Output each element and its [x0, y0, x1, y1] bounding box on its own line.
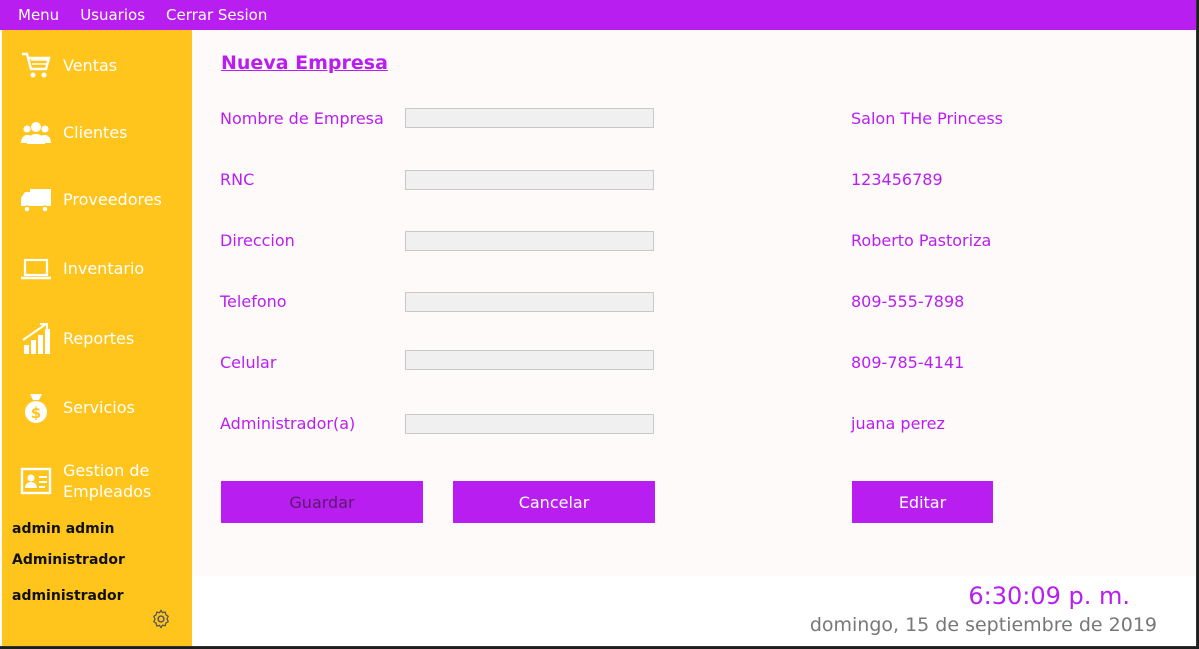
value-nombre-empresa: Salon THe Princess: [851, 109, 1003, 128]
gear-icon[interactable]: [150, 608, 172, 630]
money-bag-icon: $: [25, 394, 47, 423]
user-role: Administrador: [12, 552, 125, 568]
celular-input[interactable]: [405, 350, 654, 370]
sidebar-item-ventas[interactable]: Ventas: [2, 50, 192, 82]
label-telefono: Telefono: [220, 292, 287, 311]
label-rnc: RNC: [220, 170, 255, 189]
bar-chart-icon: [22, 323, 50, 354]
telefono-input[interactable]: [405, 292, 654, 312]
sidebar-item-label: Ventas: [63, 56, 118, 75]
nombre-empresa-input[interactable]: [405, 108, 654, 128]
sidebar-item-gestion-empleados[interactable]: Gestion de Empleados: [2, 460, 192, 502]
guardar-button[interactable]: Guardar: [221, 481, 423, 523]
menu-item-usuarios[interactable]: Usuarios: [80, 6, 145, 24]
clock-time: 6:30:09 p. m.: [968, 582, 1130, 610]
administrador-input[interactable]: [405, 414, 654, 434]
sidebar-item-label: Servicios: [63, 398, 135, 417]
sidebar-item-label: Inventario: [63, 259, 145, 278]
cart-icon: [22, 52, 51, 78]
menu-bar: Menu Usuarios Cerrar Sesion: [0, 0, 1196, 30]
value-celular: 809-785-4141: [851, 353, 965, 372]
value-direccion: Roberto Pastoriza: [851, 231, 992, 250]
sidebar-item-servicios[interactable]: $ Servicios: [2, 392, 192, 424]
sidebar: Ventas Clientes Proveedores Inventario R…: [2, 30, 192, 646]
sidebar-item-clientes[interactable]: Clientes: [2, 117, 192, 149]
value-telefono: 809-555-7898: [851, 292, 965, 311]
user-username: administrador: [12, 588, 124, 604]
sidebar-item-label: Clientes: [63, 123, 128, 142]
value-rnc: 123456789: [851, 170, 943, 189]
svg-text:$: $: [31, 404, 41, 422]
footer: 6:30:09 p. m. domingo, 15 de septiembre …: [192, 576, 1196, 646]
direccion-input[interactable]: [405, 231, 654, 251]
label-administrador: Administrador(a): [220, 414, 356, 433]
rnc-input[interactable]: [405, 170, 654, 190]
users-icon: [21, 122, 51, 144]
sidebar-item-label: Gestion de Empleados: [63, 461, 152, 501]
cancelar-button[interactable]: Cancelar: [453, 481, 655, 523]
menu-item-menu[interactable]: Menu: [18, 6, 59, 24]
menu-item-cerrar-sesion[interactable]: Cerrar Sesion: [166, 6, 267, 24]
truck-icon: [21, 189, 51, 213]
user-name: admin admin: [12, 521, 115, 537]
label-nombre-empresa: Nombre de Empresa: [220, 109, 384, 128]
label-celular: Celular: [220, 353, 277, 372]
page-title[interactable]: Nueva Empresa: [221, 52, 388, 74]
id-card-icon: [20, 467, 52, 495]
value-administrador: juana perez: [851, 414, 945, 433]
editar-button[interactable]: Editar: [852, 481, 993, 523]
sidebar-item-label: Proveedores: [63, 190, 162, 209]
sidebar-item-inventario[interactable]: Inventario: [2, 253, 192, 285]
main-panel: Nueva Empresa Nombre de Empresa Salon TH…: [192, 30, 1196, 576]
sidebar-item-reportes[interactable]: Reportes: [2, 323, 192, 355]
label-direccion: Direccion: [220, 231, 295, 250]
clock-date: domingo, 15 de septiembre de 2019: [809, 614, 1157, 636]
sidebar-item-label: Reportes: [63, 329, 135, 348]
app-window: Menu Usuarios Cerrar Sesion Ventas Clien…: [0, 0, 1197, 647]
sidebar-item-proveedores[interactable]: Proveedores: [2, 184, 192, 216]
laptop-icon: [21, 258, 51, 280]
